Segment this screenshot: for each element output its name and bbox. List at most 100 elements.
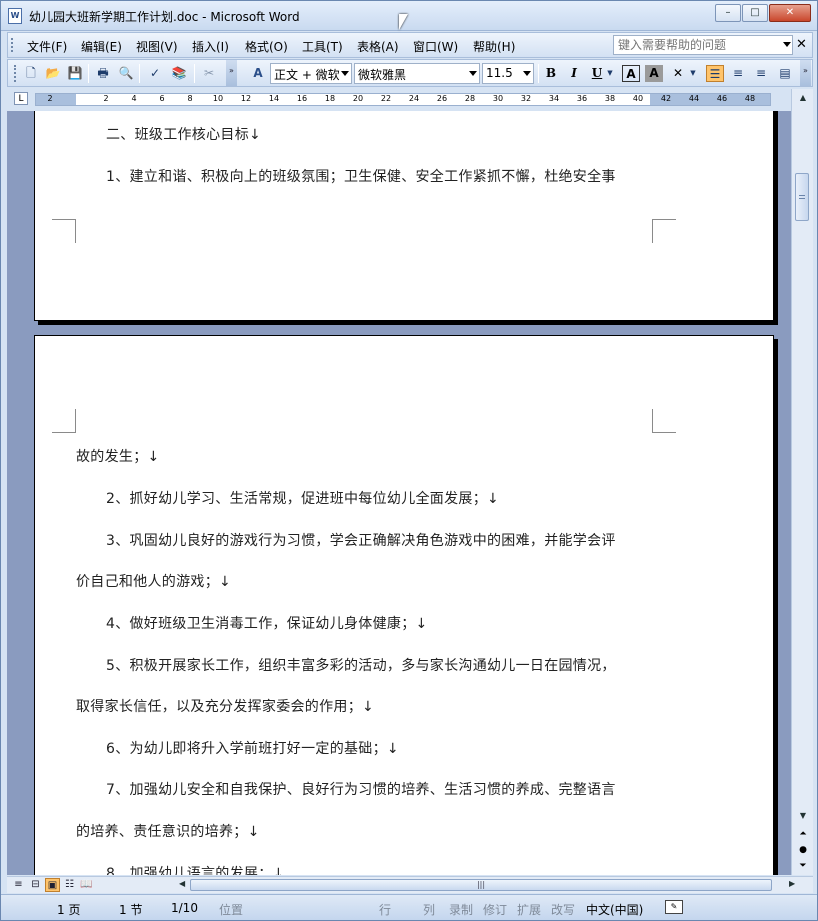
menu-format[interactable]: 格式(O) — [245, 38, 288, 55]
scroll-right-arrow-icon[interactable]: ▶ — [789, 879, 795, 888]
paragraph[interactable]: 的培养、责任意识的培养；↓ — [76, 821, 260, 841]
spelling-status-icon[interactable]: ✎ — [665, 900, 683, 914]
status-column[interactable]: 列 — [423, 901, 435, 918]
align-right-button[interactable]: ≡ — [752, 65, 770, 82]
ruler-number: 44 — [688, 94, 700, 103]
new-document-icon[interactable]: 🗋 — [22, 65, 40, 82]
previous-page-icon[interactable]: ⏶ — [795, 827, 811, 841]
status-section[interactable]: 1 节 — [119, 901, 142, 918]
print-layout-view-icon[interactable]: ▣ — [45, 878, 60, 892]
toolbar-more-chevron-icon[interactable]: » — [800, 60, 811, 86]
paragraph[interactable]: 5、积极开展家长工作，组织丰富多彩的活动，多与家长沟通幼儿一日在园情况， — [106, 655, 616, 675]
menu-file[interactable]: 文件(F) — [27, 38, 67, 55]
horizontal-scroll-thumb[interactable]: ||| — [190, 879, 772, 891]
close-button[interactable]: ✕ — [769, 4, 811, 22]
font-size-dropdown-arrow-icon[interactable] — [523, 71, 531, 76]
align-center-button[interactable]: ≡ — [729, 65, 747, 82]
underline-button[interactable]: U — [588, 65, 606, 82]
menu-tools[interactable]: 工具(T) — [302, 38, 343, 55]
italic-button[interactable]: I — [565, 65, 583, 82]
scroll-down-arrow-icon[interactable]: ▼ — [795, 809, 811, 823]
style-dropdown-arrow-icon[interactable] — [341, 71, 349, 76]
styles-formatting-icon[interactable]: A — [249, 65, 267, 82]
ruler-number: 34 — [548, 94, 560, 103]
research-icon[interactable]: 📚 — [170, 65, 188, 82]
select-browse-object-icon[interactable]: ● — [795, 843, 811, 857]
paragraph[interactable]: 7、加强幼儿安全和自我保护、良好行为习惯的培养、生活习惯的养成、完整语言 — [106, 779, 616, 799]
menu-table[interactable]: 表格(A) — [357, 38, 399, 55]
scroll-up-arrow-icon[interactable]: ▲ — [795, 91, 811, 105]
print-preview-icon[interactable]: 🔍 — [117, 65, 135, 82]
status-position[interactable]: 位置 — [219, 901, 243, 918]
status-page-count[interactable]: 1/10 — [171, 901, 198, 915]
window-title: 幼儿园大班新学期工作计划.doc - Microsoft Word — [29, 10, 300, 24]
status-record[interactable]: 录制 — [449, 901, 473, 918]
status-track-changes[interactable]: 修订 — [483, 901, 507, 918]
toolbar-grip-handle[interactable] — [14, 65, 18, 82]
font-name-select[interactable]: 微软雅黑 — [354, 63, 480, 84]
status-overtype[interactable]: 改写 — [551, 901, 575, 918]
paragraph[interactable]: 3、巩固幼儿良好的游戏行为习惯，学会正确解决角色游戏中的困难，并能学会评 — [106, 530, 616, 550]
scroll-left-arrow-icon[interactable]: ◀ — [179, 879, 185, 888]
character-shading-icon[interactable]: A — [645, 65, 663, 82]
maximize-button[interactable]: □ — [742, 4, 768, 22]
font-name-dropdown-arrow-icon[interactable] — [469, 71, 477, 76]
menu-insert[interactable]: 插入(I) — [192, 38, 229, 55]
ruler-number: 2 — [47, 94, 53, 103]
paragraph[interactable]: 1、建立和谐、积极向上的班级氛围；卫生保健、安全工作紧抓不懈，杜绝安全事 — [106, 166, 616, 186]
paragraph[interactable]: 2、抓好幼儿学习、生活常规，促进班中每位幼儿全面发展；↓ — [106, 488, 499, 508]
page-corner-mark — [652, 409, 676, 433]
print-icon[interactable]: 🖶 — [94, 65, 112, 82]
cut-icon[interactable]: ✂ — [200, 65, 218, 82]
spelling-check-icon[interactable]: ✓ — [146, 65, 164, 82]
paragraph[interactable]: 4、做好班级卫生消毒工作，保证幼儿身体健康；↓ — [106, 613, 428, 633]
document-area[interactable]: 二、班级工作核心目标↓ 1、建立和谐、积极向上的班级氛围；卫生保健、安全工作紧抓… — [7, 111, 791, 875]
toolbar-options-chevron-icon[interactable]: » — [226, 60, 237, 86]
word-doc-icon[interactable]: W — [8, 8, 22, 24]
document-page-1[interactable]: 二、班级工作核心目标↓ 1、建立和谐、积极向上的班级氛围；卫生保健、安全工作紧抓… — [34, 111, 774, 321]
save-icon[interactable]: 💾 — [66, 65, 84, 82]
normal-view-icon[interactable]: ≡ — [11, 878, 26, 892]
status-line[interactable]: 行 — [379, 901, 391, 918]
character-scaling-dropdown-arrow-icon[interactable]: ▼ — [688, 65, 698, 82]
style-select[interactable]: 正文 + 微软 — [270, 63, 352, 84]
status-language[interactable]: 中文(中国) — [586, 901, 643, 918]
bold-button[interactable]: B — [542, 65, 560, 82]
paragraph[interactable]: 二、班级工作核心目标↓ — [106, 124, 261, 144]
word-window: W 幼儿园大班新学期工作计划.doc - Microsoft Word – □ … — [0, 0, 818, 921]
paragraph[interactable]: 8、加强幼儿语言的发展；↓ — [106, 863, 285, 875]
reading-layout-view-icon[interactable]: 📖 — [79, 878, 94, 892]
help-search-input[interactable] — [613, 35, 793, 55]
vertical-scrollbar[interactable]: ▲ ▼ ⏶ ● ⏷ — [791, 89, 813, 875]
paragraph[interactable]: 价自己和他人的游戏；↓ — [76, 571, 231, 591]
menu-help[interactable]: 帮助(H) — [473, 38, 515, 55]
web-layout-view-icon[interactable]: ⊟ — [28, 878, 43, 892]
menu-view[interactable]: 视图(V) — [136, 38, 178, 55]
open-folder-icon[interactable]: 📂 — [44, 65, 62, 82]
vertical-scroll-thumb[interactable] — [795, 173, 809, 221]
paragraph[interactable]: 6、为幼儿即将升入学前班打好一定的基础；↓ — [106, 738, 399, 758]
underline-dropdown-arrow-icon[interactable]: ▼ — [605, 65, 615, 82]
ruler-number: 40 — [632, 94, 644, 103]
next-page-icon[interactable]: ⏷ — [795, 859, 811, 873]
character-scaling-icon[interactable]: ✕ — [669, 65, 687, 82]
paragraph[interactable]: 故的发生；↓ — [76, 446, 160, 466]
justify-button[interactable]: ▤ — [776, 65, 794, 82]
minimize-button[interactable]: – — [715, 4, 741, 22]
paragraph[interactable]: 取得家长信任，以及充分发挥家委会的作用；↓ — [76, 696, 374, 716]
character-border-icon[interactable]: A — [622, 65, 640, 82]
status-page[interactable]: 1 页 — [57, 901, 80, 918]
title-bar: W 幼儿园大班新学期工作计划.doc - Microsoft Word – □ … — [1, 1, 817, 31]
align-left-button[interactable]: ☰ — [706, 65, 724, 82]
status-extend[interactable]: 扩展 — [517, 901, 541, 918]
menu-grip-handle[interactable] — [11, 38, 14, 52]
close-document-button[interactable]: ✕ — [796, 37, 807, 52]
menu-window[interactable]: 窗口(W) — [413, 38, 458, 55]
horizontal-ruler[interactable]: 2 2 4 6 8 10 12 14 16 18 20 22 24 26 28 … — [35, 93, 771, 106]
document-page-2[interactable]: 故的发生；↓ 2、抓好幼儿学习、生活常规，促进班中每位幼儿全面发展；↓ 3、巩固… — [34, 335, 774, 875]
menu-edit[interactable]: 编辑(E) — [81, 38, 122, 55]
tab-selector-button[interactable]: L — [14, 92, 28, 105]
outline-view-icon[interactable]: ☷ — [62, 878, 77, 892]
help-dropdown-arrow-icon[interactable] — [783, 42, 791, 47]
font-size-select[interactable]: 11.5 — [482, 63, 534, 84]
